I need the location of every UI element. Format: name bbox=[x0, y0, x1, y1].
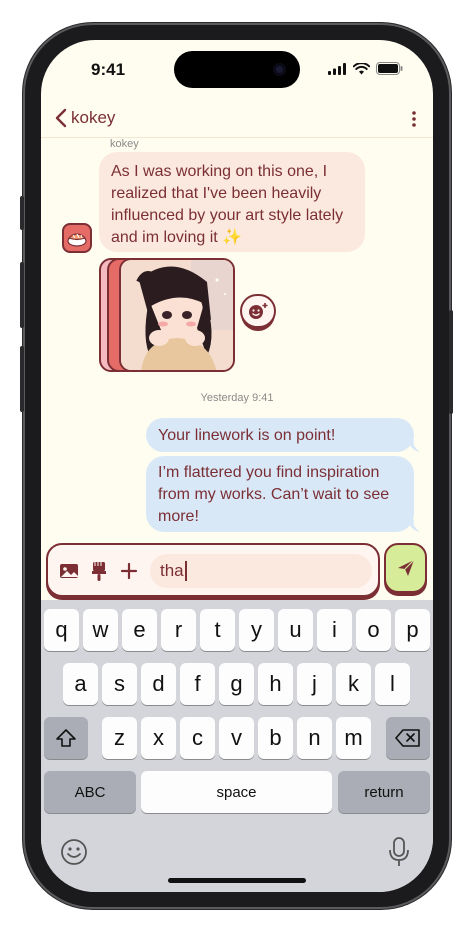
volume-up-button bbox=[20, 262, 24, 328]
contact-name: kokey bbox=[71, 108, 116, 127]
battery-icon bbox=[376, 62, 403, 75]
message-input-text: tha bbox=[160, 561, 184, 580]
abc-key[interactable]: ABC bbox=[44, 771, 136, 813]
key-v[interactable]: v bbox=[219, 717, 254, 759]
key-q[interactable]: q bbox=[44, 609, 79, 651]
outgoing-message-bubble: Your linework is on point! bbox=[146, 418, 414, 452]
emoji-icon[interactable] bbox=[60, 838, 88, 866]
action-button bbox=[20, 196, 24, 230]
brush-icon[interactable] bbox=[88, 560, 110, 582]
status-bar: 9:41 bbox=[41, 40, 433, 104]
sender-name: kokey bbox=[110, 138, 139, 150]
key-y[interactable]: y bbox=[239, 609, 274, 651]
key-x[interactable]: x bbox=[141, 717, 176, 759]
home-indicator bbox=[168, 878, 306, 883]
header-divider bbox=[41, 137, 433, 138]
status-time: 9:41 bbox=[91, 60, 126, 79]
key-b[interactable]: b bbox=[258, 717, 293, 759]
back-button[interactable]: kokey bbox=[55, 108, 115, 128]
key-s[interactable]: s bbox=[102, 663, 137, 705]
key-z[interactable]: z bbox=[102, 717, 137, 759]
key-k[interactable]: k bbox=[336, 663, 371, 705]
key-d[interactable]: d bbox=[141, 663, 176, 705]
volume-down-button bbox=[20, 346, 24, 412]
screen: 9:41 kokey kokey As I was working on thi… bbox=[41, 40, 433, 892]
space-key[interactable]: space bbox=[141, 771, 332, 813]
key-l[interactable]: l bbox=[375, 663, 410, 705]
incoming-message-bubble: As I was working on this one, I realized… bbox=[99, 152, 365, 252]
key-m[interactable]: m bbox=[336, 717, 371, 759]
avatar[interactable] bbox=[62, 223, 92, 253]
bubble-tail bbox=[408, 440, 420, 452]
sushi-icon bbox=[67, 233, 87, 247]
return-key[interactable]: return bbox=[338, 771, 430, 813]
key-p[interactable]: p bbox=[395, 609, 430, 651]
more-vertical-icon[interactable] bbox=[411, 110, 417, 128]
bubble-tail bbox=[408, 520, 420, 532]
key-h[interactable]: h bbox=[258, 663, 293, 705]
send-icon bbox=[397, 559, 414, 576]
key-t[interactable]: t bbox=[200, 609, 235, 651]
image-icon[interactable] bbox=[58, 560, 80, 582]
signal-icon bbox=[328, 62, 346, 75]
key-c[interactable]: c bbox=[180, 717, 215, 759]
keyboard: ABC space return qwertyuiop asdfghjkl zxcv… bbox=[41, 600, 433, 892]
camera-icon bbox=[273, 63, 286, 76]
dynamic-island bbox=[174, 51, 300, 88]
key-n[interactable]: n bbox=[297, 717, 332, 759]
outgoing-message-bubble: I’m flattered you find inspiration from … bbox=[146, 456, 414, 532]
key-r[interactable]: r bbox=[161, 609, 196, 651]
key-e[interactable]: e bbox=[122, 609, 157, 651]
shift-icon bbox=[56, 729, 76, 747]
image-stack[interactable] bbox=[99, 258, 239, 374]
add-reaction-button[interactable] bbox=[240, 294, 276, 334]
send-button[interactable] bbox=[384, 543, 427, 593]
status-icons bbox=[328, 62, 403, 75]
emoji-react-icon bbox=[240, 294, 276, 331]
key-g[interactable]: g bbox=[219, 663, 254, 705]
microphone-icon[interactable] bbox=[388, 836, 410, 868]
message-timestamp: Yesterday 9:41 bbox=[200, 392, 274, 404]
artwork-image[interactable] bbox=[119, 258, 235, 372]
key-u[interactable]: u bbox=[278, 609, 313, 651]
message-input[interactable]: tha bbox=[150, 554, 372, 588]
power-button bbox=[449, 310, 453, 414]
key-w[interactable]: w bbox=[83, 609, 118, 651]
key-j[interactable]: j bbox=[297, 663, 332, 705]
plus-icon[interactable] bbox=[118, 560, 140, 582]
message-composer: tha bbox=[46, 543, 380, 597]
key-i[interactable]: i bbox=[317, 609, 352, 651]
wifi-icon bbox=[353, 62, 370, 74]
backspace-key[interactable] bbox=[386, 717, 430, 759]
key-f[interactable]: f bbox=[180, 663, 215, 705]
shift-key[interactable] bbox=[44, 717, 88, 759]
backspace-icon bbox=[395, 729, 420, 747]
text-cursor bbox=[184, 561, 187, 581]
key-o[interactable]: o bbox=[356, 609, 391, 651]
artwork-illustration bbox=[121, 260, 233, 370]
chat-header: kokey bbox=[41, 102, 433, 136]
key-a[interactable]: a bbox=[63, 663, 98, 705]
chevron-left-icon bbox=[55, 108, 67, 128]
